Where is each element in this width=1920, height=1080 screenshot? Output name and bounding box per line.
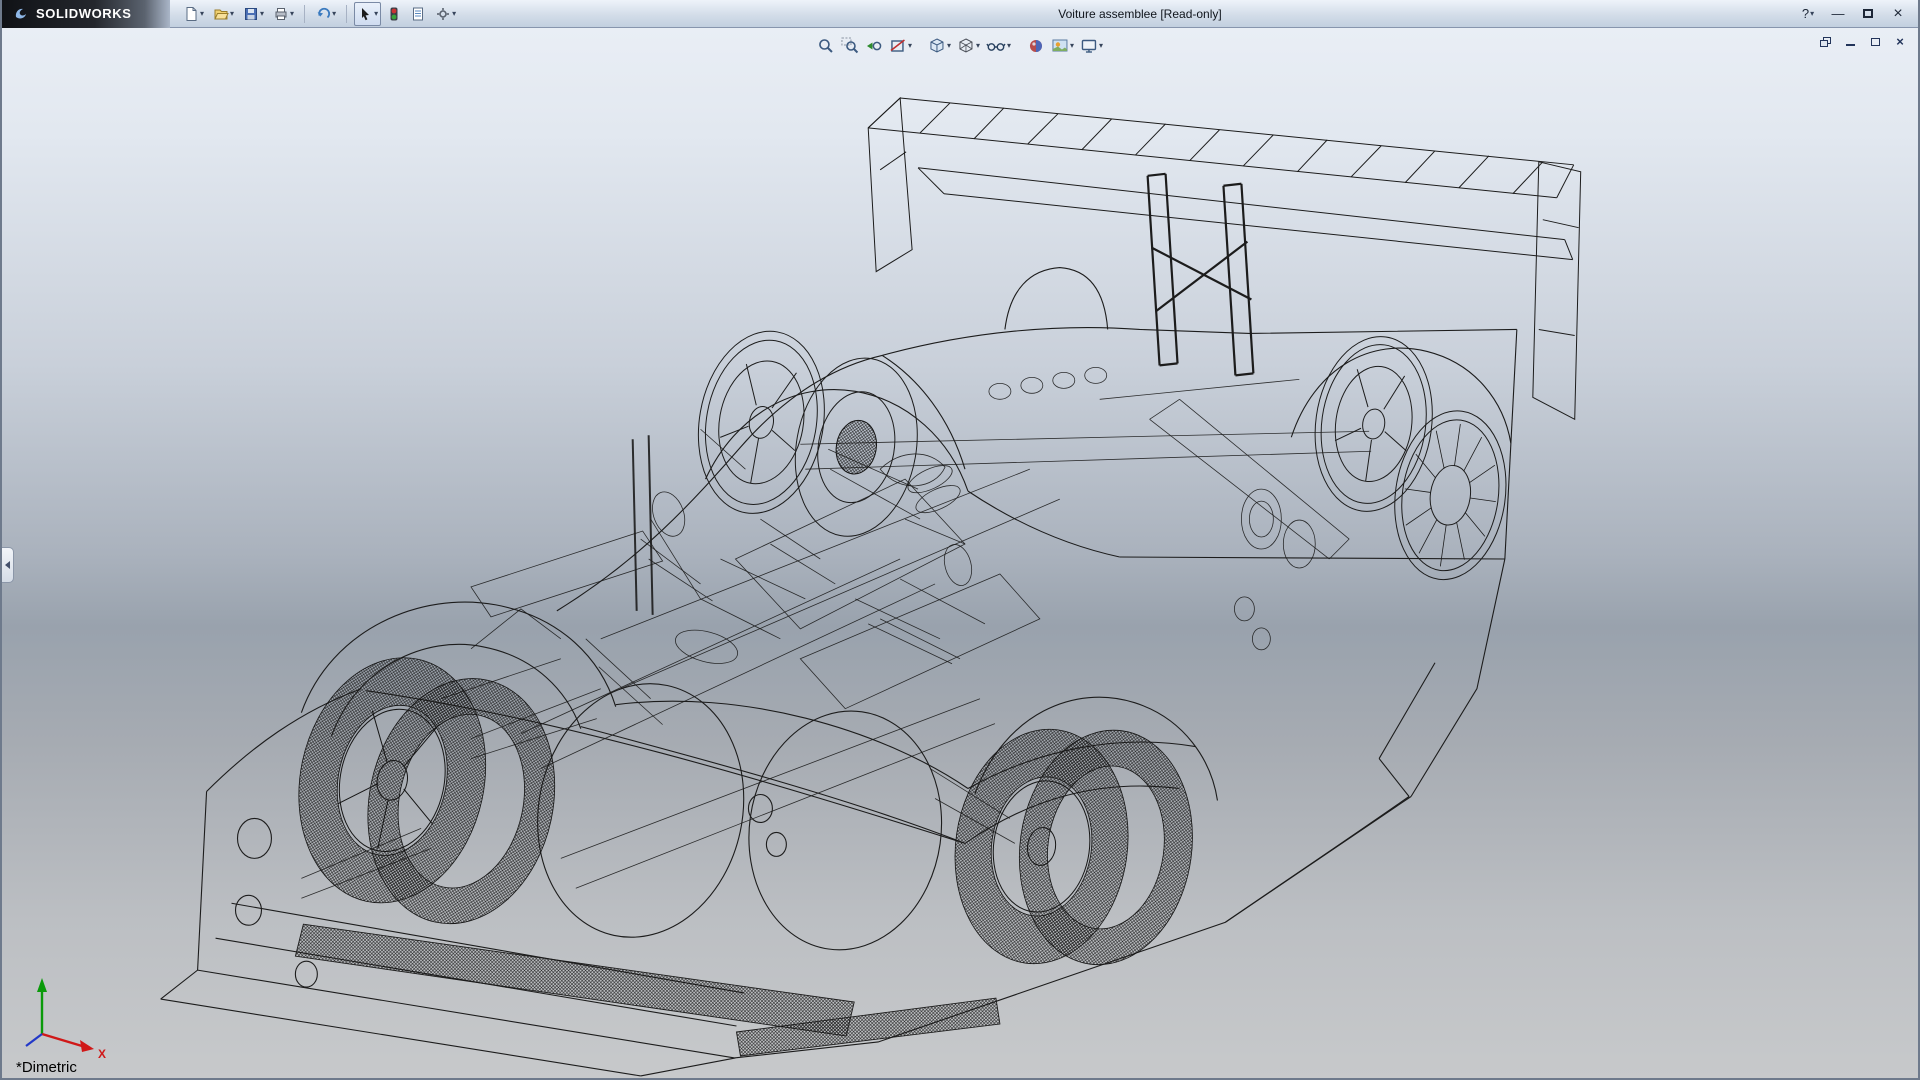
close-button[interactable]: ×	[1888, 4, 1908, 24]
edit-appearance-button[interactable]	[1025, 33, 1047, 58]
section-view-icon	[889, 37, 907, 55]
dropdown-arrow-icon: ▾	[908, 42, 912, 50]
doc-maximize-button[interactable]	[1867, 34, 1883, 49]
dropdown-arrow-icon: ▾	[1099, 42, 1103, 50]
y-axis-arrow	[37, 978, 47, 992]
component-wheel-rear-right[interactable]	[1296, 329, 1525, 587]
toolbar-separator	[304, 5, 305, 23]
dropdown-arrow-icon: ▾	[1810, 10, 1814, 18]
new-document-icon	[183, 6, 199, 22]
zoom-to-area-button[interactable]	[839, 33, 861, 58]
minimize-button[interactable]: —	[1828, 4, 1848, 24]
component-wheel-front-left[interactable]	[275, 640, 578, 941]
view-orientation-button[interactable]: ▾	[926, 33, 953, 58]
file-properties-icon	[410, 6, 426, 22]
section-view-button[interactable]: ▾	[887, 33, 914, 58]
dropdown-arrow-icon: ▾	[332, 10, 336, 18]
print-icon	[273, 6, 289, 22]
window-controls: ? ▾ — ×	[1798, 4, 1918, 24]
apply-scene-icon	[1051, 37, 1069, 55]
maximize-icon	[1863, 9, 1873, 18]
wing-pylons	[1148, 174, 1254, 376]
dropdown-arrow-icon: ▾	[452, 10, 456, 18]
rebuild-button[interactable]	[384, 2, 404, 26]
file-properties-button[interactable]	[407, 2, 429, 26]
view-orientation-label: *Dimetric	[16, 1059, 77, 1076]
toolbar-separator	[346, 5, 347, 23]
select-button[interactable]: ▾	[354, 2, 381, 26]
document-window-controls: ×	[1817, 34, 1908, 49]
hide-show-glasses-icon	[986, 37, 1006, 55]
dassault-logo-icon	[12, 5, 30, 23]
main-toolbar: ▾ ▾ ▾ ▾	[180, 2, 459, 26]
doc-close-button[interactable]: ×	[1892, 34, 1908, 49]
dropdown-arrow-icon: ▾	[374, 10, 378, 18]
dropdown-arrow-icon: ▾	[260, 10, 264, 18]
new-document-button[interactable]: ▾	[180, 2, 207, 26]
view-orientation-cube-icon	[928, 37, 946, 55]
dropdown-arrow-icon: ▾	[947, 42, 951, 50]
minimize-icon: —	[1832, 6, 1845, 21]
component-wheel-rear-left[interactable]	[683, 321, 932, 546]
doc-minimize-button[interactable]	[1842, 34, 1858, 49]
car-wireframe-model[interactable]	[2, 28, 1918, 1078]
dropdown-arrow-icon: ▾	[290, 10, 294, 18]
x-axis-arrow	[80, 1040, 94, 1052]
featuremanager-expand-tab[interactable]	[2, 547, 14, 583]
z-axis-line	[26, 1034, 42, 1046]
open-button[interactable]: ▾	[210, 2, 237, 26]
heads-up-view-toolbar: ▾ ▾ ▾ ▾	[815, 33, 1105, 58]
previous-view-icon	[865, 37, 883, 55]
display-style-wireframe-icon	[957, 37, 975, 55]
options-gear-icon	[435, 6, 451, 22]
open-folder-icon	[213, 6, 229, 22]
maximize-icon	[1871, 38, 1880, 46]
view-settings-button[interactable]: ▾	[1078, 33, 1105, 58]
print-button[interactable]: ▾	[270, 2, 297, 26]
zoom-to-area-icon	[841, 37, 859, 55]
close-icon: ×	[1893, 5, 1902, 23]
edit-appearance-sphere-icon	[1027, 37, 1045, 55]
dropdown-arrow-icon: ▾	[1007, 42, 1011, 50]
solidworks-logo: SOLIDWORKS	[2, 0, 170, 28]
display-style-button[interactable]: ▾	[955, 33, 982, 58]
component-rear-wing[interactable]	[868, 98, 1581, 419]
dropdown-arrow-icon: ▾	[230, 10, 234, 18]
previous-view-button[interactable]	[863, 33, 885, 58]
zoom-to-fit-button[interactable]	[815, 33, 837, 58]
close-icon: ×	[1896, 34, 1904, 49]
maximize-button[interactable]	[1858, 4, 1878, 24]
component-floor-mesh[interactable]	[295, 924, 1000, 1056]
title-bar: SOLIDWORKS ▾ ▾ ▾	[2, 0, 1918, 28]
rebuild-traffic-light-icon	[387, 6, 401, 22]
options-button[interactable]: ▾	[432, 2, 459, 26]
x-axis-label: X	[98, 1047, 106, 1061]
help-icon: ?	[1802, 6, 1809, 21]
reference-triad: X	[10, 970, 120, 1062]
restore-icon	[1820, 37, 1831, 47]
dropdown-arrow-icon: ▾	[200, 10, 204, 18]
hide-show-items-button[interactable]: ▾	[984, 33, 1013, 58]
zoom-to-fit-icon	[817, 37, 835, 55]
dropdown-arrow-icon: ▾	[976, 42, 980, 50]
chevron-left-icon	[5, 561, 10, 569]
graphics-viewport[interactable]: ▾ ▾ ▾ ▾	[2, 28, 1918, 1078]
help-button[interactable]: ? ▾	[1798, 4, 1818, 24]
view-settings-monitor-icon	[1080, 37, 1098, 55]
dropdown-arrow-icon: ▾	[1070, 42, 1074, 50]
doc-restore-button[interactable]	[1817, 34, 1833, 49]
undo-button[interactable]: ▾	[312, 2, 339, 26]
select-cursor-icon	[357, 6, 373, 22]
save-floppy-icon	[243, 6, 259, 22]
apply-scene-button[interactable]: ▾	[1049, 33, 1076, 58]
brand-name: SOLIDWORKS	[36, 6, 132, 21]
minimize-icon	[1846, 37, 1855, 46]
solidworks-window: SOLIDWORKS ▾ ▾ ▾	[0, 0, 1920, 1080]
window-title: Voiture assemblee [Read-only]	[1058, 7, 1221, 21]
save-button[interactable]: ▾	[240, 2, 267, 26]
undo-icon	[315, 6, 331, 22]
